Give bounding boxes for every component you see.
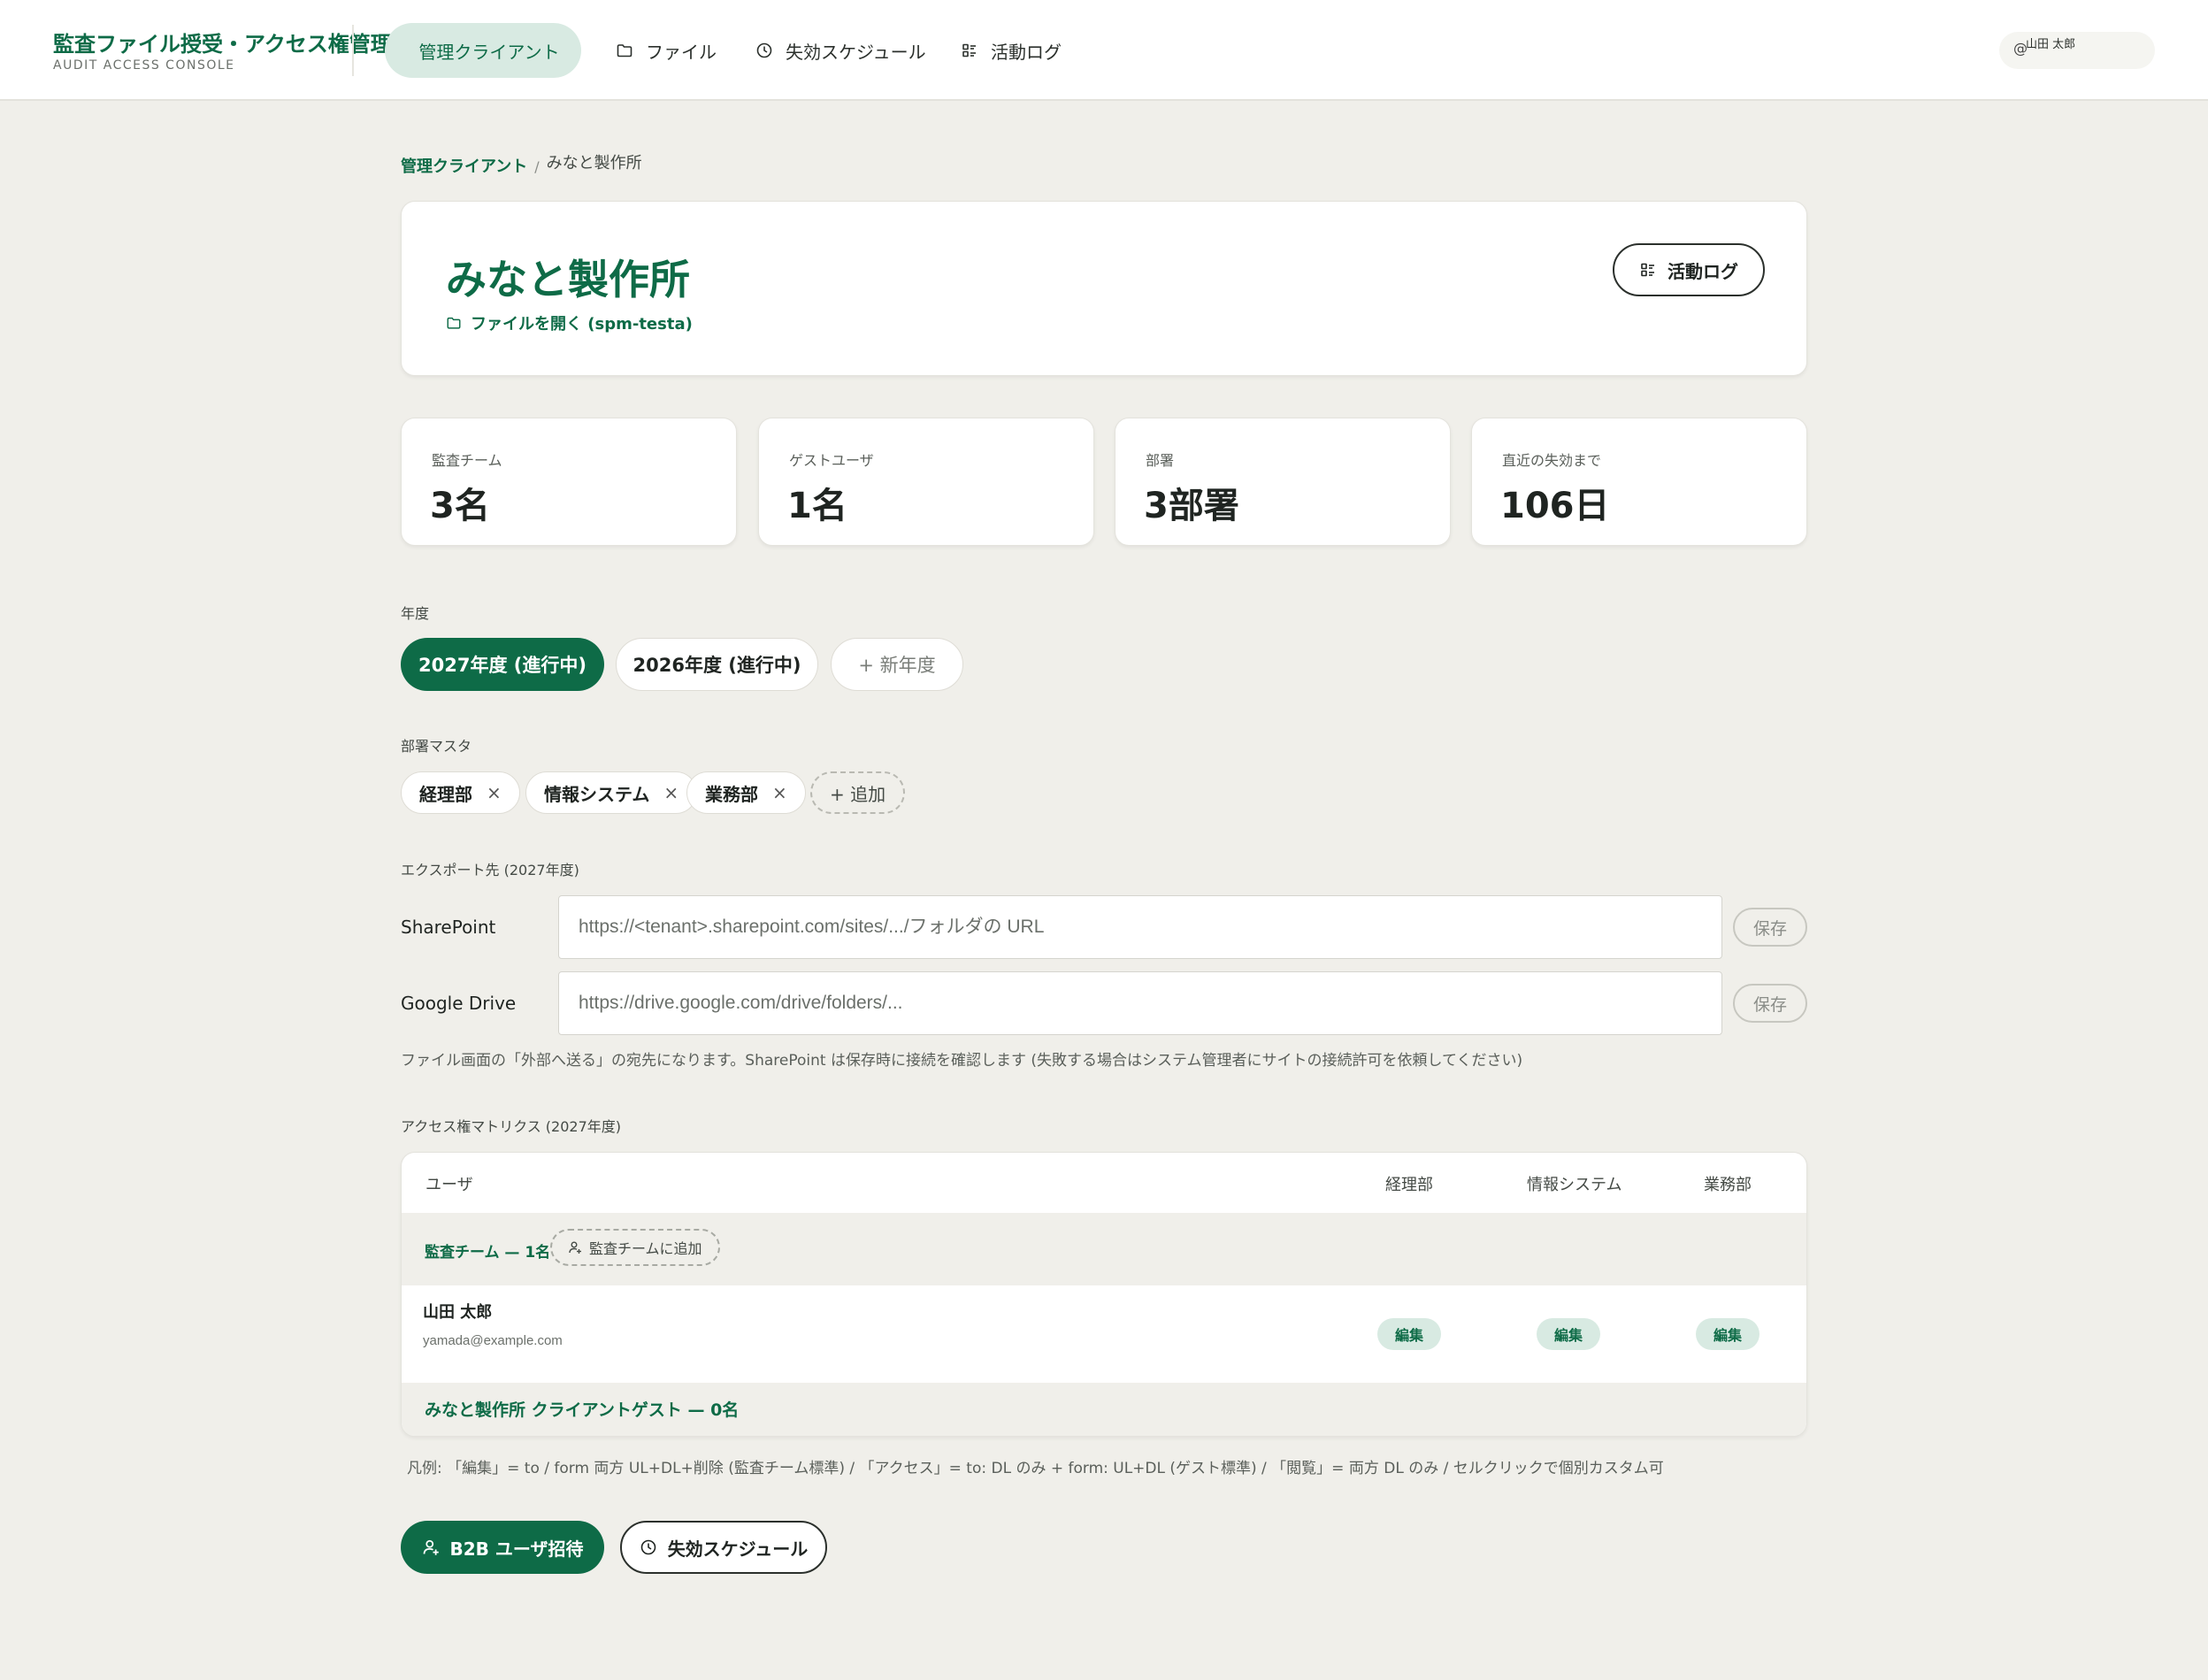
user-name: 山田 太郎 <box>2026 38 2076 51</box>
folder-icon <box>447 317 461 329</box>
nav-activity[interactable]: 活動ログ <box>936 23 1086 78</box>
stat-value: 3名 <box>430 486 490 526</box>
table-row: 山田 太郎 yamada@example.com 編集 編集 編集 <box>402 1285 1806 1383</box>
group-label: みなと製作所 クライアントゲスト — 0名 <box>425 1400 740 1420</box>
group-row-audit-team: 監査チーム — 1名 監査チームに追加 <box>402 1213 1806 1285</box>
department-chip-accounting: 経理部 × <box>401 771 520 814</box>
nav-schedule-label: 失効スケジュール <box>786 41 926 63</box>
user-row-name: 山田 太郎 <box>423 1303 493 1322</box>
export-destinations-label: エクスポート先 (2027年度) <box>401 862 579 878</box>
breadcrumb: 管理クライアント / みなと製作所 <box>401 150 642 176</box>
stat-card-audit-team: 監査チーム 3名 <box>401 418 737 546</box>
nav-clients[interactable]: 管理クライアント <box>385 23 581 78</box>
user-row-email: yamada@example.com <box>423 1333 563 1348</box>
google-drive-url-input[interactable]: https://drive.google.com/drive/folders/.… <box>558 971 1722 1035</box>
invite-b2b-user-button[interactable]: B2B ユーザ招待 <box>401 1521 604 1574</box>
stat-value: 106日 <box>1500 486 1610 526</box>
permission-badge-operations[interactable]: 編集 <box>1696 1318 1760 1350</box>
group-label: 監査チーム — 1名 <box>425 1244 551 1262</box>
department-chip-label: 情報システム <box>544 783 650 805</box>
list-icon <box>962 43 976 58</box>
add-department-button[interactable]: + 追加 <box>810 771 906 814</box>
new-year-button[interactable]: + 新年度 <box>831 638 963 691</box>
open-files-label: ファイルを開く (spm-testa) <box>471 315 693 334</box>
folder-icon <box>617 44 632 58</box>
stat-label: 監査チーム <box>432 452 502 469</box>
nav-schedule[interactable]: 失効スケジュール <box>731 23 951 78</box>
department-chip-label: 経理部 <box>419 783 472 805</box>
google-drive-save-button[interactable]: 保存 <box>1733 984 1807 1023</box>
stat-label: 直近の失効まで <box>1502 452 1602 469</box>
client-header-card: みなと製作所 ファイルを開く (spm-testa) 活動ログ <box>401 201 1807 376</box>
nav-files[interactable]: ファイル <box>591 23 741 78</box>
open-files-link[interactable]: ファイルを開く (spm-testa) <box>446 311 693 334</box>
access-matrix-label: アクセス権マトリクス (2027年度) <box>401 1118 622 1135</box>
activity-log-button[interactable]: 活動ログ <box>1613 243 1765 296</box>
activity-log-button-label: 活動ログ <box>1668 260 1738 282</box>
google-drive-label: Google Drive <box>401 993 517 1014</box>
column-header-user: ユーザ <box>426 1176 473 1194</box>
clock-icon <box>640 1539 656 1555</box>
sharepoint-label: SharePoint <box>401 917 496 938</box>
stat-label: 部署 <box>1146 452 1175 469</box>
close-icon[interactable]: × <box>772 782 787 803</box>
app-title: 監査ファイル授受・アクセス権管理 <box>53 32 392 57</box>
add-to-audit-team-button[interactable]: 監査チームに追加 <box>550 1229 720 1266</box>
close-icon[interactable]: × <box>663 782 678 803</box>
export-hint: ファイル画面の「外部へ送る」の宛先になります。SharePoint は保存時に接… <box>401 1052 1523 1070</box>
department-chip-it: 情報システム × <box>525 771 698 814</box>
stat-card-next-expiry: 直近の失効まで 106日 <box>1471 418 1807 546</box>
top-bar: 監査ファイル授受・アクセス権管理 AUDIT ACCESS CONSOLE 管理… <box>0 0 2208 101</box>
user-menu[interactable]: @ 山田 太郎 <box>1999 32 2155 69</box>
sharepoint-url-input[interactable]: https://<tenant>.sharepoint.com/sites/..… <box>558 895 1722 959</box>
breadcrumb-current: みなと製作所 <box>546 154 642 173</box>
year-tab-2027[interactable]: 2027年度 (進行中) <box>401 638 604 691</box>
stat-value: 1名 <box>787 486 847 526</box>
close-icon[interactable]: × <box>487 782 502 803</box>
stat-label: ゲストユーザ <box>789 452 874 469</box>
list-icon <box>1641 263 1654 277</box>
stat-value: 3部署 <box>1144 486 1239 526</box>
column-header-accounting: 経理部 <box>1385 1176 1433 1194</box>
expiry-schedule-button[interactable]: 失効スケジュール <box>620 1521 827 1574</box>
access-matrix-table: ユーザ 経理部 情報システム 業務部 監査チーム — 1名 監査チームに追加 山… <box>401 1152 1807 1437</box>
breadcrumb-separator: / <box>534 158 540 175</box>
department-chip-label: 業務部 <box>705 783 758 805</box>
fiscal-year-label: 年度 <box>401 605 430 622</box>
add-to-audit-team-label: 監査チームに追加 <box>589 1240 702 1257</box>
sharepoint-save-button[interactable]: 保存 <box>1733 908 1807 947</box>
table-header: ユーザ 経理部 情報システム 業務部 <box>402 1153 1806 1213</box>
stat-card-guest-users: ゲストユーザ 1名 <box>758 418 1094 546</box>
invite-b2b-user-label: B2B ユーザ招待 <box>449 1538 584 1560</box>
nav-clients-label: 管理クライアント <box>418 41 560 63</box>
page-title: みなと製作所 <box>446 256 690 303</box>
nav-activity-label: 活動ログ <box>991 41 1062 63</box>
department-master-label: 部署マスタ <box>401 738 472 755</box>
permission-badge-accounting[interactable]: 編集 <box>1377 1318 1441 1350</box>
brand-divider <box>352 25 354 76</box>
nav-files-label: ファイル <box>646 41 717 63</box>
clock-icon <box>756 42 772 58</box>
breadcrumb-parent[interactable]: 管理クライアント <box>401 154 527 177</box>
column-header-it: 情報システム <box>1527 1176 1622 1194</box>
permission-badge-it[interactable]: 編集 <box>1537 1318 1600 1350</box>
group-row-client-guests: みなと製作所 クライアントゲスト — 0名 <box>402 1383 1806 1436</box>
year-tab-2026[interactable]: 2026年度 (進行中) <box>616 638 818 691</box>
app-subtitle: AUDIT ACCESS CONSOLE <box>53 58 235 73</box>
expiry-schedule-label: 失効スケジュール <box>667 1538 809 1560</box>
column-header-operations: 業務部 <box>1704 1176 1752 1194</box>
permission-legend: 凡例: 「編集」= to / form 両方 UL+DL+削除 (監査チーム標準… <box>407 1460 1664 1477</box>
add-user-icon <box>569 1241 581 1254</box>
department-chip-operations: 業務部 × <box>686 771 806 814</box>
stat-card-departments: 部署 3部署 <box>1115 418 1451 546</box>
add-user-icon <box>423 1539 439 1555</box>
